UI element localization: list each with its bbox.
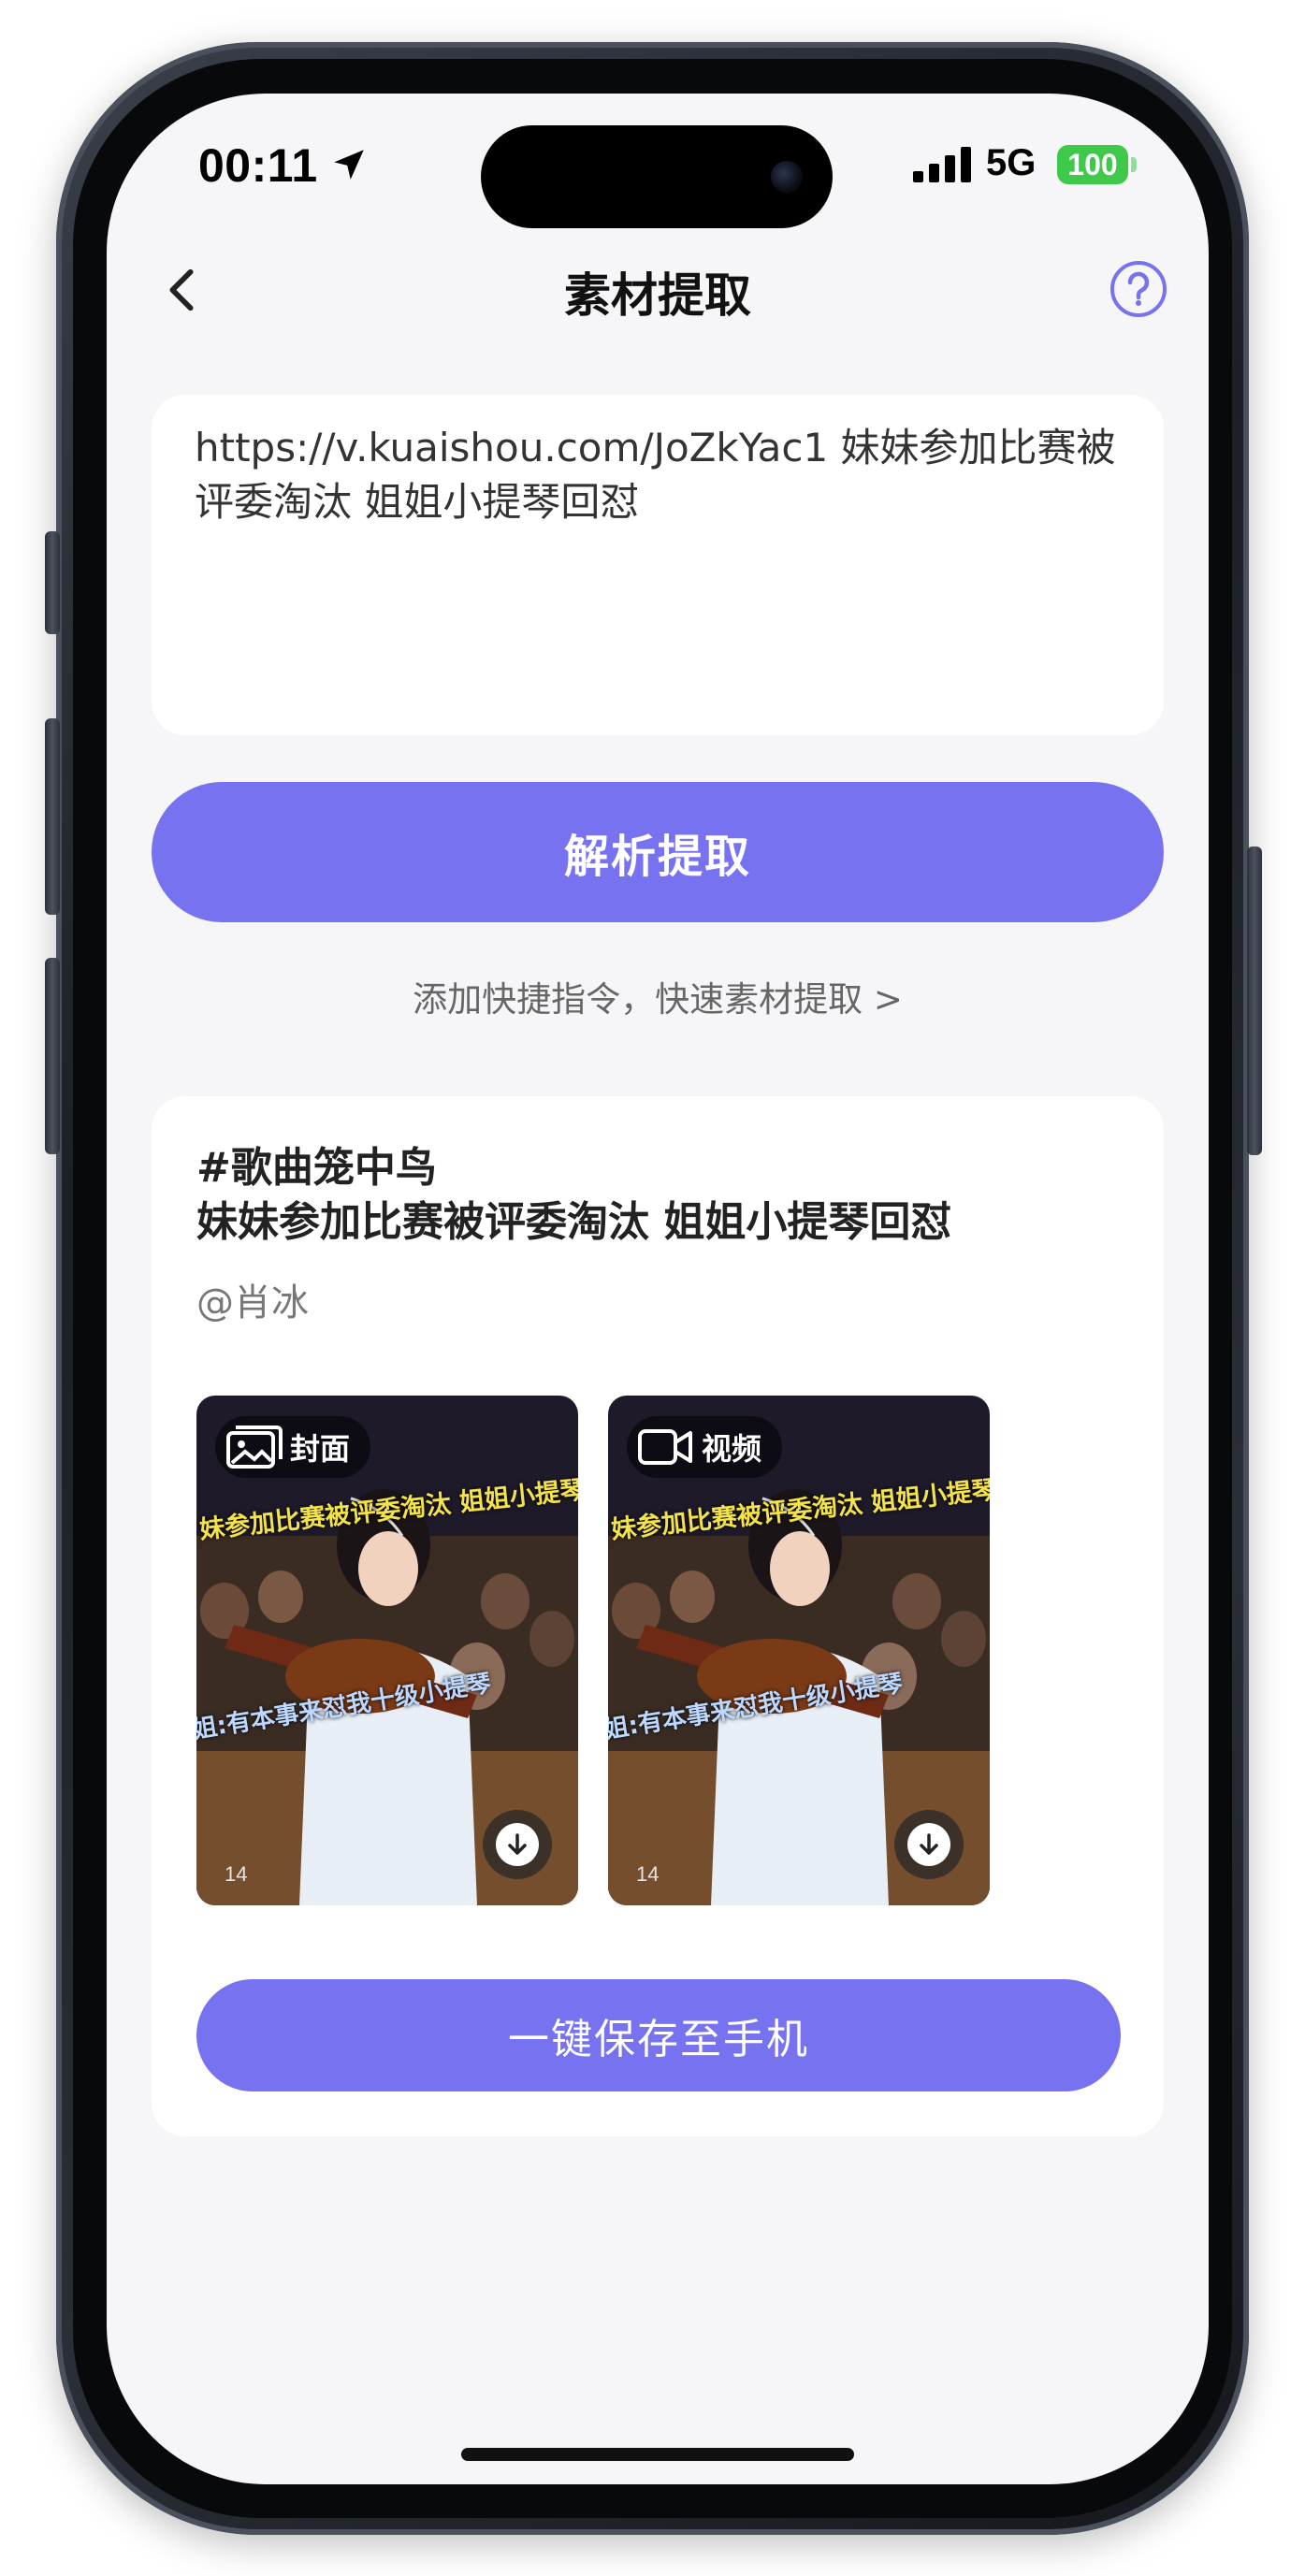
download-icon (508, 1833, 527, 1855)
cover-download-button[interactable] (483, 1810, 552, 1879)
action-button (45, 531, 60, 634)
question-circle-icon (1110, 261, 1167, 317)
phone-screen: 00:11 5G 100 素材提取 https://v.kuaishou.com… (107, 94, 1209, 2484)
image-icon (226, 1425, 283, 1469)
link-input-field[interactable]: https://v.kuaishou.com/JoZkYac1 妹妹参加比赛被评… (152, 395, 1164, 735)
network-type: 5G (986, 142, 1037, 183)
cover-counter: 14 (225, 1862, 248, 1886)
cover-thumbnail[interactable]: 妹参加比赛被评委淘汰 姐姐小提琴 姐:有本事来怼我十级小提琴 封面 14 (196, 1396, 578, 1905)
video-tag: 视频 (627, 1416, 783, 1478)
status-bar: 00:11 5G 100 (107, 94, 1209, 234)
battery-icon: 100 (1057, 145, 1128, 184)
parse-extract-button[interactable]: 解析提取 (152, 782, 1164, 922)
battery-tip (1131, 157, 1137, 172)
volume-up-button (45, 718, 60, 915)
nav-bar: 素材提取 (107, 234, 1209, 346)
volume-down-button (45, 958, 60, 1154)
status-time: 00:11 (198, 139, 318, 192)
video-download-button[interactable] (894, 1810, 964, 1879)
result-author: @肖冰 (196, 1281, 309, 1324)
video-thumbnail[interactable]: 妹参加比赛被评委淘汰 姐姐小提琴 姐:有本事来怼我十级小提琴 视频 14 (608, 1396, 990, 1905)
add-shortcut-link[interactable]: 添加快捷指令，快速素材提取 > (107, 971, 1209, 1021)
battery-level: 100 (1067, 147, 1118, 181)
video-icon (638, 1429, 692, 1465)
help-button[interactable] (1104, 254, 1173, 324)
cellular-signal-icon (913, 147, 971, 182)
video-tag-label: 视频 (702, 1431, 762, 1467)
cover-tag: 封面 (215, 1416, 371, 1478)
link-input-value: https://v.kuaishou.com/JoZkYac1 妹妹参加比赛被评… (195, 425, 1116, 525)
result-card: #歌曲笼中鸟 妹妹参加比赛被评委淘汰 姐姐小提琴回怼 @肖冰 妹参加比赛被评委淘… (152, 1096, 1164, 2136)
download-icon (920, 1833, 938, 1855)
result-caption: 妹妹参加比赛被评委淘汰 姐姐小提琴回怼 (196, 1198, 952, 1246)
location-arrow-icon (334, 150, 364, 180)
result-hashtag: #歌曲笼中鸟 (196, 1144, 437, 1192)
power-button (1247, 847, 1262, 1155)
save-to-phone-button[interactable]: 一键保存至手机 (196, 1979, 1121, 2091)
home-indicator[interactable] (461, 2448, 854, 2461)
cover-tag-label: 封面 (290, 1431, 351, 1467)
page-title: 素材提取 (564, 268, 751, 323)
dynamic-island (481, 125, 833, 228)
video-counter: 14 (636, 1862, 660, 1886)
front-camera (771, 161, 803, 193)
result-title: #歌曲笼中鸟 妹妹参加比赛被评委淘汰 姐姐小提琴回怼 (196, 1141, 1132, 1250)
